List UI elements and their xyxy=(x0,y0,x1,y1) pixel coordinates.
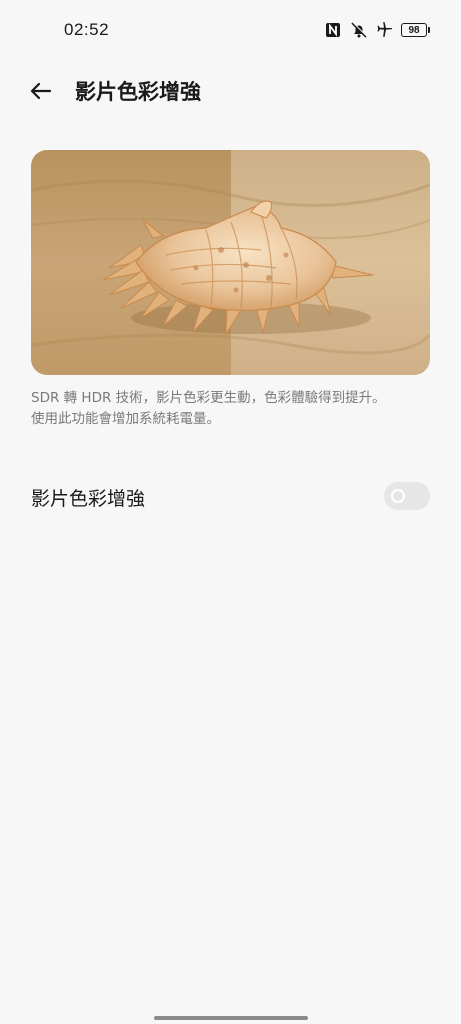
description-line-2: 使用此功能會增加系統耗電量。 xyxy=(31,411,220,427)
preview-image xyxy=(31,150,430,375)
battery-icon: 98 xyxy=(401,23,430,37)
feature-description: SDR 轉 HDR 技術，影片色彩更生動，色彩體驗得到提升。 使用此功能會增加系… xyxy=(31,388,431,430)
airplane-icon xyxy=(375,20,395,40)
back-arrow-icon xyxy=(30,82,52,100)
status-time: 02:52 xyxy=(64,20,110,39)
bell-muted-icon xyxy=(349,20,369,40)
video-color-enhance-row[interactable]: 影片色彩增強 xyxy=(0,470,461,524)
back-button[interactable] xyxy=(22,72,60,110)
seashell-illustration xyxy=(31,150,430,375)
home-indicator[interactable] xyxy=(154,1016,308,1020)
description-line-1: SDR 轉 HDR 技術，影片色彩更生動，色彩體驗得到提升。 xyxy=(31,390,386,406)
app-bar: 影片色彩增強 xyxy=(0,62,461,120)
status-bar: 02:52 98 xyxy=(0,0,461,62)
page-title: 影片色彩增強 xyxy=(75,80,201,104)
nfc-icon xyxy=(323,20,343,40)
video-color-enhance-toggle[interactable] xyxy=(384,482,430,510)
status-icons: 98 xyxy=(323,20,430,40)
toggle-knob xyxy=(391,489,405,503)
setting-label: 影片色彩增強 xyxy=(31,488,146,510)
